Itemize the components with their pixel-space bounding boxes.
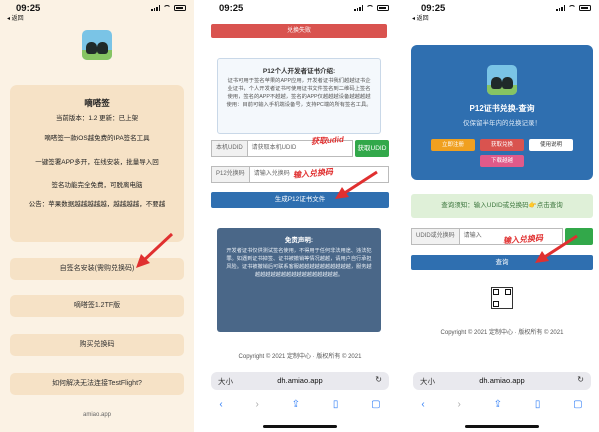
status-icons <box>151 5 186 11</box>
tabs-icon[interactable]: ▢ <box>371 399 380 410</box>
redeem-failed-button[interactable]: 兑换失败 <box>211 24 387 38</box>
query-tip: 查询须知：输入UDID或兑换码👉点击查询 <box>411 194 593 218</box>
footer-copyright: Copyright © 2021 定制中心 · 版权所有 © 2021 <box>440 330 564 336</box>
battery-icon <box>174 5 186 11</box>
status-icons <box>354 5 389 11</box>
browser-toolbar: ‹ › ⇪ ▯ ▢ <box>405 394 599 414</box>
announcement: 公告：苹果数据越越越越越，越越越越，不要越 <box>28 201 166 208</box>
red-arrow-icon <box>535 234 578 263</box>
back-icon[interactable]: ‹ <box>421 399 424 410</box>
register-button[interactable]: 立即注册 <box>431 139 475 151</box>
app-desc-2: 一键签署APP多开，在线安装，批量导入回 <box>35 159 159 166</box>
info-text: 证书可用于签名苹果的APP应用，开发者证书我们越越证书企业证书，个人开发者证书可… <box>226 78 372 108</box>
guide-button[interactable]: 使用说明 <box>529 139 573 151</box>
browser-address-bar[interactable]: 大小 dh.amiao.app ↻ <box>413 372 591 390</box>
back-link[interactable]: ◂ 返回 <box>7 13 24 22</box>
code-label: P12兑换码 <box>212 167 250 182</box>
reload-icon[interactable]: ↻ <box>577 375 584 384</box>
p12-query-panel: 09:25 ◂ 返回 P12证书兑换-查询 仅保留半年内的兑换记录！ 立即注册 … <box>405 0 599 432</box>
app-title: 嘀嗒签 <box>84 98 110 108</box>
disclaimer-box: 免责声明: 开发者证书仅供测试签名使用，不得用于任何非法用途、违法犯罪。如遇到证… <box>217 228 381 332</box>
app-logo <box>487 65 517 95</box>
query-label: UDID或兑换码 <box>412 229 460 244</box>
buy-code-button[interactable]: 购买兑换码 <box>10 334 184 356</box>
tf-version-button[interactable]: 嘀嗒签1.2TF版 <box>10 295 184 317</box>
p12-info-box: P12个人开发者证书介绍: 证书可用于签名苹果的APP应用，开发者证书我们越越证… <box>217 58 381 134</box>
back-icon[interactable]: ‹ <box>219 399 222 410</box>
red-arrow-icon <box>136 232 174 268</box>
query-header-card: P12证书兑换-查询 仅保留半年内的兑换记录！ 立即注册 获取兑换 使用说明 下… <box>411 45 593 180</box>
query-title: P12证书兑换-查询 <box>469 104 535 113</box>
wifi-icon <box>163 5 171 11</box>
get-udid-button[interactable]: 获取UDID <box>355 140 389 157</box>
status-time: 09:25 <box>219 3 244 14</box>
home-indicator <box>465 425 539 428</box>
status-bar: 09:25 ◂ 返回 <box>0 0 194 22</box>
testflight-help-button[interactable]: 如何解决无法连接TestFlight? <box>10 373 184 395</box>
forward-icon[interactable]: › <box>256 399 259 410</box>
get-code-button[interactable]: 获取兑换 <box>480 139 524 151</box>
address-url[interactable]: dh.amiao.app <box>413 376 591 385</box>
app-info-card: 嘀嗒签 当前版本：1.2 更新：已上架 嘀嗒签一款iOS越免费的IPA签名工具 … <box>10 85 184 242</box>
red-arrow-icon <box>335 170 378 199</box>
app-desc-3: 签名功能完全免费，可脱离电脑 <box>51 182 143 189</box>
info-title: P12个人开发者证书介绍: <box>262 68 336 75</box>
battery-icon <box>579 5 591 11</box>
p12-generate-panel: 09:25 兑换失败 P12个人开发者证书介绍: 证书可用于签名苹果的APP应用… <box>203 0 397 432</box>
footer-copyright: Copyright © 2021 定制中心 · 版权所有 © 2021 <box>238 354 362 360</box>
status-bar: 09:25 ◂ 返回 <box>405 0 599 22</box>
address-url[interactable]: dh.amiao.app <box>211 376 389 385</box>
battery-icon <box>377 5 389 11</box>
reload-icon[interactable]: ↻ <box>375 375 382 384</box>
bottom-url: amiao.app <box>82 412 112 418</box>
app-info-panel: 09:25 ◂ 返回 嘀嗒签 当前版本：1.2 更新：已上架 嘀嗒签一款iOS越… <box>0 0 194 432</box>
signal-icon <box>354 5 363 11</box>
screenshot-collage: 09:25 ◂ 返回 嘀嗒签 当前版本：1.2 更新：已上架 嘀嗒签一款iOS越… <box>0 0 599 432</box>
app-version: 当前版本：1.2 更新：已上架 <box>55 115 139 122</box>
disclaimer-title: 免责声明: <box>284 237 314 244</box>
share-icon[interactable]: ⇪ <box>292 399 300 410</box>
code-input[interactable]: 请输入兑换码 <box>250 167 294 182</box>
browser-toolbar: ‹ › ⇪ ▯ ▢ <box>203 394 397 414</box>
annotation-get-udid: 获取udid <box>310 134 345 147</box>
signal-icon <box>556 5 565 11</box>
app-logo <box>82 30 112 60</box>
wifi-icon <box>366 5 374 11</box>
download-button[interactable]: 下载越越 <box>480 155 524 167</box>
forward-icon[interactable]: › <box>458 399 461 410</box>
query-input[interactable]: 请输入 <box>460 229 486 244</box>
status-bar: 09:25 <box>203 0 397 22</box>
browser-address-bar[interactable]: 大小 dh.amiao.app ↻ <box>211 372 389 390</box>
bookmarks-icon[interactable]: ▯ <box>333 399 339 410</box>
signal-icon <box>151 5 160 11</box>
share-icon[interactable]: ⇪ <box>494 399 502 410</box>
udid-input[interactable]: 请获取本机UDID <box>248 141 301 156</box>
udid-label: 本机UDID <box>212 141 248 156</box>
disclaimer-text: 开发者证书仅供测试签名使用，不得用于任何非法用途、违法犯罪。如遇到证书掉签、证书… <box>226 248 372 278</box>
wifi-icon <box>568 5 576 11</box>
qr-code-icon <box>491 287 513 309</box>
bookmarks-icon[interactable]: ▯ <box>535 399 541 410</box>
status-icons <box>556 5 591 11</box>
tabs-icon[interactable]: ▢ <box>573 399 582 410</box>
app-desc-1: 嘀嗒签一款iOS越免费的IPA签名工具 <box>44 135 150 142</box>
home-indicator <box>263 425 337 428</box>
query-subtitle: 仅保留半年内的兑换记录！ <box>463 120 541 127</box>
back-link[interactable]: ◂ 返回 <box>412 13 429 22</box>
